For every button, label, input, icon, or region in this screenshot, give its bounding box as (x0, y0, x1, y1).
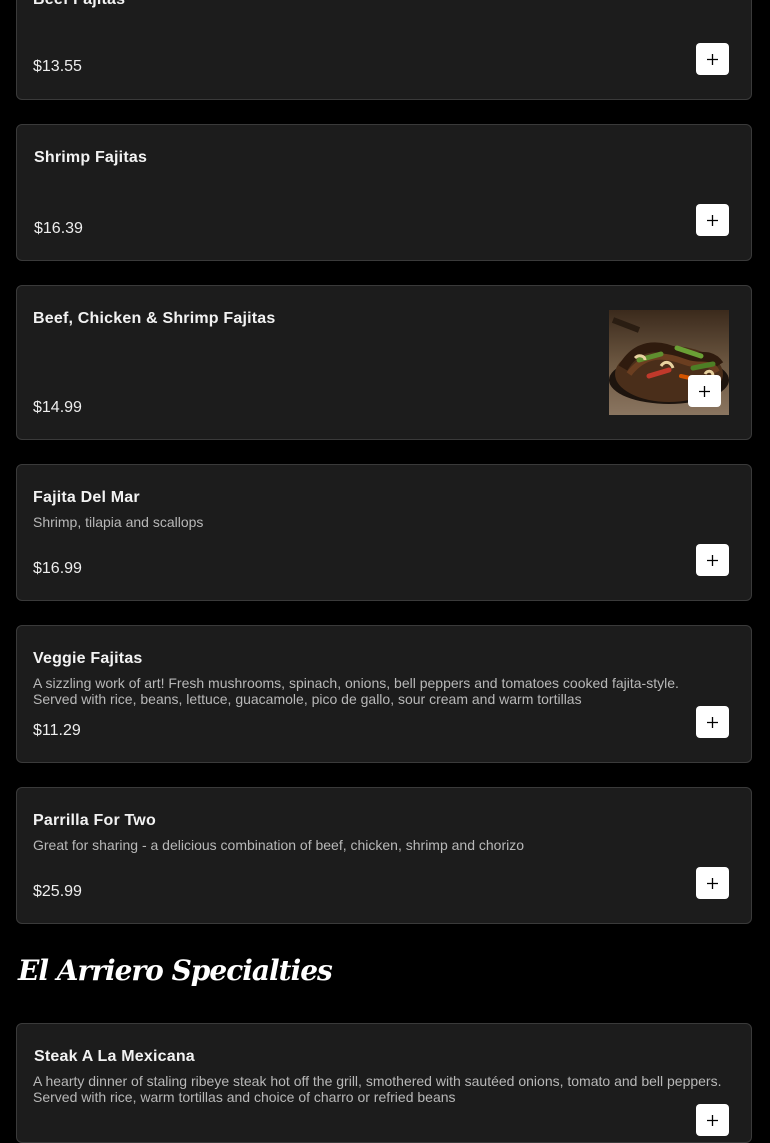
section-heading: El Arriero Specialties (18, 954, 333, 987)
item-price: $16.99 (33, 560, 82, 577)
item-description: Shrimp, tilapia and scallops (33, 514, 204, 530)
plus-icon (707, 877, 718, 889)
item-price: $25.99 (33, 883, 82, 900)
plus-icon (707, 214, 718, 226)
add-to-cart-button[interactable] (696, 204, 729, 236)
item-name: Steak A La Mexicana (34, 1048, 195, 1065)
menu-item-card[interactable]: Steak A La Mexicana A hearty dinner of s… (16, 1023, 752, 1143)
add-to-cart-button[interactable] (696, 43, 729, 75)
menu-item-card[interactable]: Beef Fajitas $13.55 (16, 0, 752, 100)
item-name: Shrimp Fajitas (34, 149, 148, 166)
item-name: Fajita Del Mar (33, 489, 140, 506)
item-price: $11.29 (33, 722, 81, 739)
plus-icon (707, 1114, 718, 1126)
add-to-cart-button[interactable] (696, 1104, 729, 1136)
menu-item-card[interactable]: Beef, Chicken & Shrimp Fajitas $14.99 (16, 285, 752, 440)
plus-icon (707, 53, 718, 65)
item-description: Great for sharing - a delicious combinat… (33, 837, 525, 853)
item-name: Parrilla For Two (33, 812, 156, 829)
add-to-cart-button[interactable] (688, 375, 721, 407)
menu-item-card[interactable]: Parrilla For Two Great for sharing - a d… (16, 787, 752, 924)
add-to-cart-button[interactable] (696, 706, 729, 738)
item-description: A sizzling work of art! Fresh mushrooms,… (33, 675, 679, 707)
item-price: $16.39 (34, 220, 83, 237)
item-description: A hearty dinner of staling ribeye steak … (33, 1073, 722, 1105)
item-price: $13.55 (33, 58, 82, 75)
plus-icon (707, 554, 718, 566)
menu-item-card[interactable]: Shrimp Fajitas $16.39 (16, 124, 752, 261)
menu-item-card[interactable]: Fajita Del Mar Shrimp, tilapia and scall… (16, 464, 752, 601)
plus-icon (707, 716, 718, 728)
plus-icon (699, 385, 710, 397)
add-to-cart-button[interactable] (696, 544, 729, 576)
item-name: Beef Fajitas (33, 0, 125, 9)
item-name: Beef, Chicken & Shrimp Fajitas (33, 310, 276, 327)
item-price: $14.99 (33, 399, 82, 416)
item-name: Veggie Fajitas (33, 650, 143, 667)
add-to-cart-button[interactable] (696, 867, 729, 899)
menu-item-card[interactable]: Veggie Fajitas A sizzling work of art! F… (16, 625, 752, 763)
